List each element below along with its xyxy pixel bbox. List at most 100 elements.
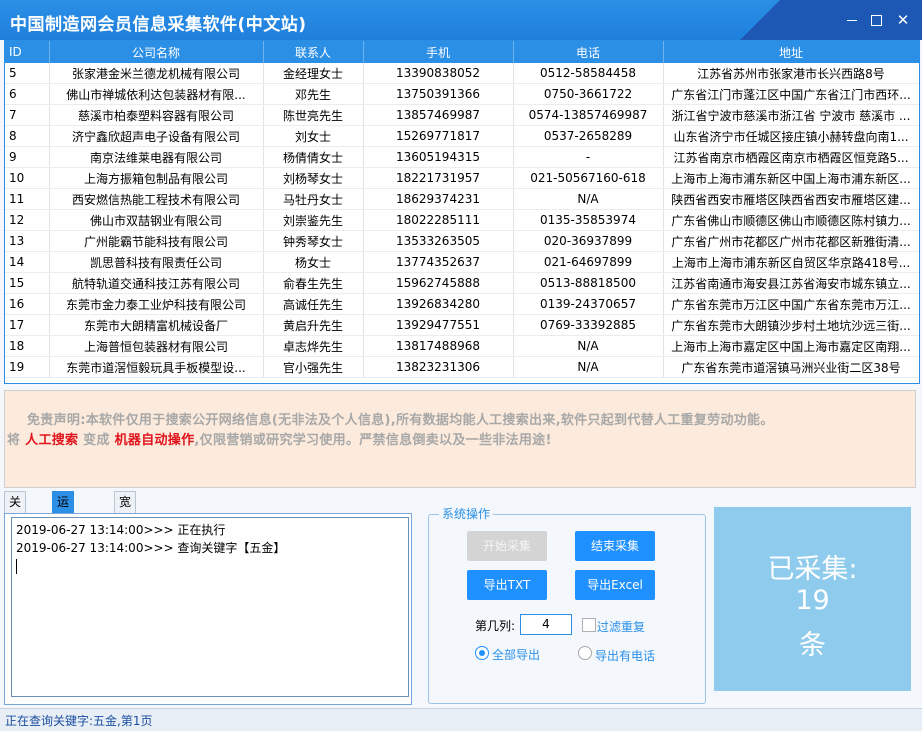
filter-duplicate-checkbox[interactable] <box>582 618 596 632</box>
cell-address: 江苏省南京市栖霞区南京市栖霞区恒竞路5... <box>663 146 919 168</box>
cell-id: 19 <box>5 356 50 378</box>
status-text: 正在查询关键字:五金,第1页 <box>5 714 153 728</box>
cell-mobile: 18022285111 <box>363 209 514 231</box>
table-row[interactable]: 12 佛山市双喆钢业有限公司 刘崇鉴先生 18022285111 0135-358539… <box>5 209 919 231</box>
table-row[interactable]: 15 航特轨道交通科技江苏有限公司 俞春生先生 15962745888 0513-888… <box>5 272 919 294</box>
cell-address: 广东省佛山市顺德区佛山市顺德区陈村镇力... <box>663 209 919 231</box>
table-row[interactable]: 9 南京法维莱电器有限公司 杨倩倩女士 13605194315- 江苏省南京市栖霞区南京… <box>5 146 919 168</box>
tab-broadband-dial[interactable]: 宽带拨号 <box>114 491 137 572</box>
cell-id: 15 <box>5 272 50 294</box>
maximize-button[interactable] <box>868 12 884 28</box>
export-with-phone-radio[interactable] <box>578 646 592 660</box>
table-row[interactable]: 19 东莞市道滘恒毅玩具手板模型设... 官小强先生 13823231306 N/A 广东… <box>5 356 919 378</box>
table-row[interactable]: 16 东莞市金力泰工业炉科技有限公司 高诚任先生 13926834280 0139-24… <box>5 293 919 315</box>
disclaimer-line-1: 免责声明:本软件仅用于搜索公开网络信息(无非法及个人信息),所有数据均能人工搜索… <box>27 413 774 428</box>
cell-id: 13 <box>5 230 50 252</box>
table-row[interactable]: 13 广州能霸节能科技有限公司 钟秀琴女士 13533263505 020-369378… <box>5 230 919 252</box>
cell-id: 18 <box>5 335 50 357</box>
cell-company: 上海方振箱包制品有限公司 <box>49 167 264 189</box>
cell-phone: 0750-3661722 <box>513 83 664 105</box>
group-legend: 系统操作 <box>439 505 494 522</box>
member-table[interactable]: ID 公司名称 联系人 手机 电话 地址 5 张家港金米兰德龙机械有限公司 金经理女… <box>4 40 920 384</box>
table-row[interactable]: 6 佛山市禅城依利达包装器材有限... 邓先生 13750391366 0750-366… <box>5 83 919 105</box>
cell-company: 济宁鑫欣超声电子设备有限公司 <box>49 125 264 147</box>
cell-id: 16 <box>5 293 50 315</box>
maximize-icon <box>871 15 882 26</box>
minimize-button[interactable] <box>844 12 860 28</box>
table-row[interactable]: 18 上海普恒包装器材有限公司 卓志烨先生 13817488968 N/A 上海市上海市嘉… <box>5 335 919 357</box>
column-header-address[interactable]: 地址 <box>663 41 919 63</box>
cell-mobile: 13857469987 <box>363 104 514 126</box>
collected-count-unit: 条 <box>799 630 826 661</box>
export-all-label[interactable]: 全部导出 <box>492 646 540 663</box>
cell-mobile: 13605194315 <box>363 146 514 168</box>
text-caret <box>16 557 404 575</box>
disclaimer-text: ,仅限营销或研究学习使用。严禁信息倒卖以及一些非法用途! <box>194 433 552 448</box>
cell-mobile: 13533263505 <box>363 230 514 252</box>
table-row[interactable]: 5 张家港金米兰德龙机械有限公司 金经理女士 13390838052 0512-5858… <box>5 63 919 84</box>
cell-id: 6 <box>5 83 50 105</box>
cell-contact: 杨女士 <box>263 251 364 273</box>
collected-count-label: 已采集: <box>767 554 858 585</box>
column-header-mobile[interactable]: 手机 <box>363 41 514 63</box>
cell-contact: 邓先生 <box>263 83 364 105</box>
cell-contact: 杨倩倩女士 <box>263 146 364 168</box>
cell-id: 5 <box>5 63 50 84</box>
cell-company: 慈溪市柏泰塑料容器有限公司 <box>49 104 264 126</box>
cell-mobile: 13390838052 <box>363 63 514 84</box>
cell-contact: 金经理女士 <box>263 63 364 84</box>
export-excel-button[interactable]: 导出Excel <box>575 570 655 600</box>
cell-phone: 0513-88818500 <box>513 272 664 294</box>
column-header-phone[interactable]: 电话 <box>513 41 664 63</box>
export-txt-button[interactable]: 导出TXT <box>467 570 547 600</box>
cell-id: 14 <box>5 251 50 273</box>
export-all-radio[interactable] <box>475 646 489 660</box>
tab-keywords[interactable]: 关键词 <box>4 491 27 551</box>
table-row[interactable]: 10 上海方振箱包制品有限公司 刘杨琴女士 18221731957 021-505671… <box>5 167 919 189</box>
table-row[interactable]: 11 西安燃信热能工程技术有限公司 马牡丹女士 18629374231 N/A 陕西省西安… <box>5 188 919 210</box>
cell-id: 7 <box>5 104 50 126</box>
cell-company: 张家港金米兰德龙机械有限公司 <box>49 63 264 84</box>
tab-run-log[interactable]: 运行日志 <box>52 491 75 572</box>
cell-contact: 官小强先生 <box>263 356 364 378</box>
cell-address: 上海市上海市嘉定区中国上海市嘉定区南翔... <box>663 335 919 357</box>
cell-address: 上海市上海市浦东新区自贸区华京路418号... <box>663 251 919 273</box>
start-collect-button[interactable]: 开始采集 <box>467 531 547 561</box>
cell-id: 8 <box>5 125 50 147</box>
cell-mobile: 13817488968 <box>363 335 514 357</box>
disclaimer-highlight-auto: 机器自动操作 <box>114 433 195 448</box>
title-bar[interactable]: 中国制造网会员信息采集软件(中文站) ✕ <box>0 0 922 40</box>
cell-phone: 0537-2658289 <box>513 125 664 147</box>
cell-company: 佛山市禅城依利达包装器材有限... <box>49 83 264 105</box>
cell-phone: - <box>513 146 664 168</box>
log-line: 2019-06-27 13:14:00>>> 查询关键字【五金】 <box>16 541 286 555</box>
cell-phone: N/A <box>513 335 664 357</box>
filter-duplicate-label[interactable]: 过滤重复 <box>597 618 645 635</box>
column-header-contact[interactable]: 联系人 <box>263 41 364 63</box>
cell-mobile: 15962745888 <box>363 272 514 294</box>
cell-phone: 021-50567160-618 <box>513 167 664 189</box>
cell-company: 东莞市大朗精富机械设备厂 <box>49 314 264 336</box>
cell-address: 广东省东莞市大朗镇沙步村土地坑沙远三街... <box>663 314 919 336</box>
table-row[interactable]: 17 东莞市大朗精富机械设备厂 黄启升先生 13929477551 0769-33392… <box>5 314 919 336</box>
cell-company: 凯思普科技有限责任公司 <box>49 251 264 273</box>
cell-phone: 0512-58584458 <box>513 63 664 84</box>
cell-company: 航特轨道交通科技江苏有限公司 <box>49 272 264 294</box>
cell-contact: 刘女士 <box>263 125 364 147</box>
app-window: 中国制造网会员信息采集软件(中文站) ✕ ID 公司名称 联系人 手机 电话 地… <box>0 0 922 731</box>
close-button[interactable]: ✕ <box>895 12 911 28</box>
table-row[interactable]: 8 济宁鑫欣超声电子设备有限公司 刘女士 15269771817 0537-265828… <box>5 125 919 147</box>
export-with-phone-label[interactable]: 导出有电话 <box>595 647 655 664</box>
table-row[interactable]: 7 慈溪市柏泰塑料容器有限公司 陈世亮先生 13857469987 0574-13857… <box>5 104 919 126</box>
stop-collect-button[interactable]: 结束采集 <box>575 531 655 561</box>
column-header-id[interactable]: ID <box>5 41 50 63</box>
cell-company: 上海普恒包装器材有限公司 <box>49 335 264 357</box>
cell-address: 上海市上海市浦东新区中国上海市浦东新区... <box>663 167 919 189</box>
minimize-icon <box>847 20 857 21</box>
column-input[interactable]: 4 <box>520 614 572 635</box>
log-textarea[interactable]: 2019-06-27 13:14:00>>> 正在执行 2019-06-27 1… <box>11 517 409 697</box>
table-row[interactable]: 14 凯思普科技有限责任公司 杨女士 13774352637 021-64697899 上… <box>5 251 919 273</box>
column-header-company[interactable]: 公司名称 <box>49 41 264 63</box>
cell-id: 11 <box>5 188 50 210</box>
cell-id: 10 <box>5 167 50 189</box>
